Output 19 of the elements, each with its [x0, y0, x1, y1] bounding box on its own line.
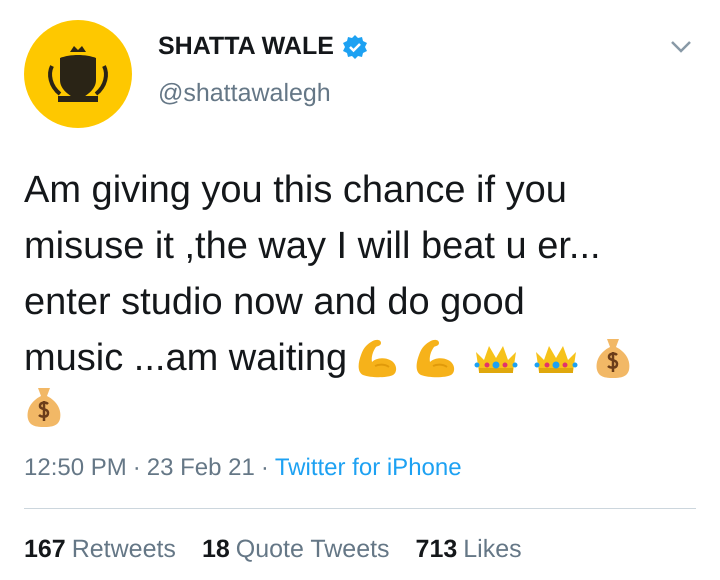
tweet-text-line: enter studio now and do good	[24, 280, 526, 325]
separator-dot: ·	[132, 454, 141, 482]
tweet-text-line: misuse it ,the way I will beat u er...	[24, 224, 602, 269]
tweet-time: 12:50 PM	[24, 454, 127, 482]
separator-dot: ·	[260, 454, 269, 482]
stat-label[interactable]: Likes	[463, 535, 522, 564]
stat-label[interactable]: Quote Tweets	[236, 535, 390, 564]
stat-count: 18	[202, 535, 230, 564]
tweet-text-line: Am giving you this chance if you	[24, 168, 568, 213]
source-link[interactable]: Twitter for iPhone	[274, 454, 462, 482]
avatar-icon[interactable]	[24, 20, 132, 128]
stat-label[interactable]: Retweets	[72, 535, 176, 564]
tweet-text-line: music ...am waiting	[24, 336, 348, 381]
tweet-date: 23 Feb 21	[146, 454, 255, 482]
display-name[interactable]: SHATTA WALE	[158, 32, 334, 61]
stat-count: 167	[24, 535, 66, 564]
stat-count: 713	[416, 535, 458, 564]
user-handle[interactable]: @shattawalegh	[158, 79, 644, 108]
chevron-down-icon[interactable]	[670, 40, 692, 54]
